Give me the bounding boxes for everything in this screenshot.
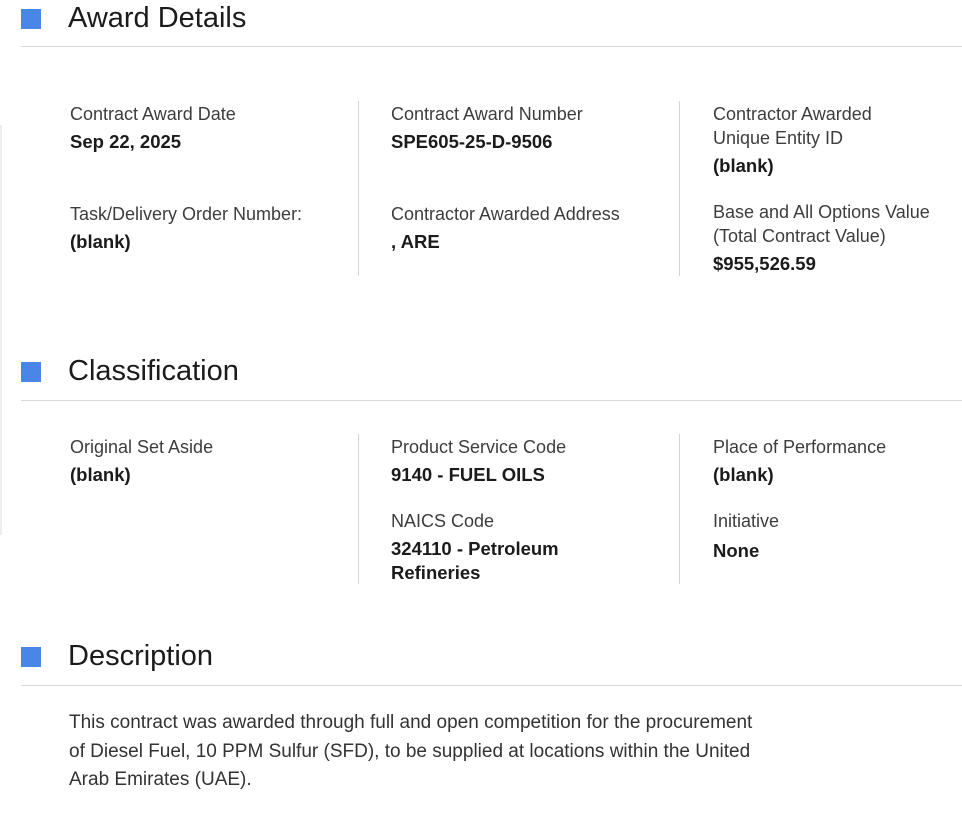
product-service-code-field: Product Service Code 9140 - FUEL OILS: [391, 435, 646, 487]
column-divider: [679, 434, 680, 584]
field-label: Product Service Code: [391, 437, 567, 457]
contractor-uei-field: Contractor Awarded Unique Entity ID (bla…: [713, 102, 962, 178]
description-text: This contract was awarded through full a…: [69, 709, 829, 795]
field-value: None: [713, 540, 760, 561]
total-contract-value-field: Base and All Options Value (Total Contra…: [713, 200, 962, 276]
field-value: $955,526.59: [713, 253, 816, 274]
naics-code-field: NAICS Code 324110 - Petroleum Refineries: [391, 509, 646, 585]
field-value: (blank): [70, 231, 131, 252]
classification-heading: Classification: [68, 355, 239, 387]
page-edge: [0, 125, 2, 535]
field-value: SPE605-25-D-9506: [391, 131, 553, 152]
field-label: Contractor Awarded: [713, 104, 872, 124]
field-label: NAICS Code: [391, 511, 495, 531]
original-set-aside-field: Original Set Aside (blank): [70, 435, 325, 487]
field-value: 324110 - Petroleum: [391, 538, 559, 559]
field-label: Unique Entity ID: [713, 128, 844, 148]
field-value: , ARE: [391, 231, 440, 252]
section-marker-icon: [21, 9, 41, 29]
description-line: This contract was awarded through full a…: [69, 712, 753, 733]
description-heading: Description: [68, 640, 214, 672]
section-marker-icon: [21, 647, 41, 667]
contract-award-number-field: Contract Award Number SPE605-25-D-9506: [391, 102, 646, 154]
column-divider: [358, 434, 359, 584]
section-divider: [21, 400, 962, 401]
contractor-address-field: Contractor Awarded Address , ARE: [391, 202, 646, 254]
field-label: (Total Contract Value): [713, 226, 886, 246]
initiative-field: Initiative None: [713, 509, 962, 563]
field-value: Sep 22, 2025: [70, 131, 182, 152]
field-label: Contractor Awarded Address: [391, 204, 620, 224]
task-order-number-field: Task/Delivery Order Number: (blank): [70, 202, 325, 254]
award-details-heading: Award Details: [68, 2, 247, 34]
field-value: (blank): [713, 464, 774, 485]
column-divider: [679, 101, 680, 276]
contract-award-date-field: Contract Award Date Sep 22, 2025: [70, 102, 325, 154]
field-label: Task/Delivery Order Number:: [70, 204, 303, 224]
field-value: 9140 - FUEL OILS: [391, 464, 545, 485]
field-label: Contract Award Number: [391, 104, 583, 124]
section-marker-icon: [21, 362, 41, 382]
field-value: (blank): [70, 464, 131, 485]
section-divider: [21, 46, 962, 47]
field-label: Initiative: [713, 511, 780, 531]
field-value: (blank): [713, 155, 774, 176]
field-label: Place of Performance: [713, 437, 887, 457]
description-line: of Diesel Fuel, 10 PPM Sulfur (SFD), to …: [69, 740, 751, 762]
place-of-performance-field: Place of Performance (blank): [713, 435, 962, 487]
field-label: Base and All Options Value: [713, 202, 930, 222]
field-label: Contract Award Date: [70, 104, 236, 124]
description-line: Arab Emirates (UAE).: [69, 769, 252, 790]
field-label: Original Set Aside: [70, 437, 214, 457]
field-value: Refineries: [391, 562, 481, 583]
column-divider: [358, 101, 359, 276]
section-divider: [21, 685, 962, 686]
